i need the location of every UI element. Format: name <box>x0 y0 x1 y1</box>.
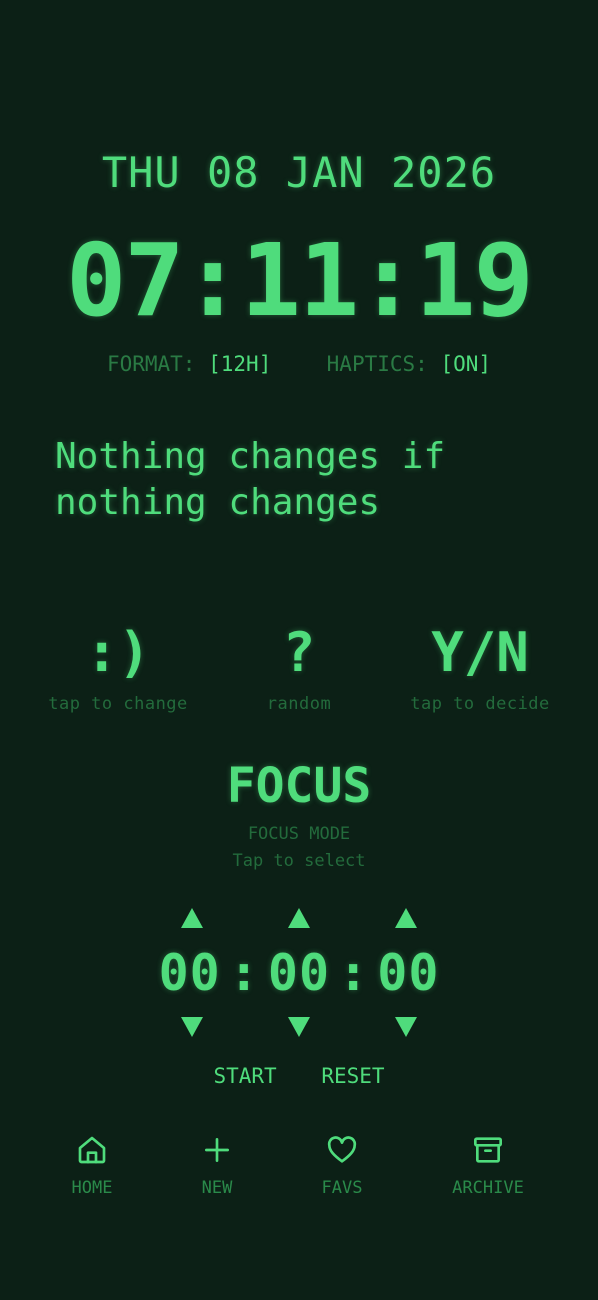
archive-icon <box>474 1137 502 1163</box>
settings-row: FORMAT: [12H] HAPTICS: [ON] <box>0 352 598 376</box>
focus-hint: Tap to select <box>232 851 366 871</box>
timer-minutes[interactable]: 00 <box>268 944 330 1002</box>
nav-archive-label: ARCHIVE <box>452 1178 524 1198</box>
heart-icon <box>327 1136 357 1163</box>
reset-button[interactable]: RESET <box>321 1064 384 1088</box>
format-toggle[interactable]: [12H] <box>208 352 271 376</box>
random-symbol: ? <box>282 621 316 684</box>
mood-tool[interactable]: :) tap to change <box>18 621 218 715</box>
nav-new-label: NEW <box>201 1178 233 1198</box>
timer-seconds[interactable]: 00 <box>377 944 439 1002</box>
decide-caption: tap to decide <box>410 694 550 714</box>
quote-text[interactable]: Nothing changes if nothing changes <box>55 434 555 526</box>
focus-mode-label: FOCUS MODE <box>247 824 351 844</box>
clock-display: 07:11:19 <box>66 222 534 339</box>
seconds-up-arrow-icon[interactable] <box>395 908 417 928</box>
mood-symbol: :) <box>85 621 151 684</box>
seconds-down-arrow-icon[interactable] <box>395 1017 417 1037</box>
random-tool[interactable]: ? random <box>199 621 399 715</box>
nav-new[interactable]: NEW <box>157 1134 277 1198</box>
timer-separator: : <box>228 944 260 1002</box>
decide-symbol: Y/N <box>431 621 529 684</box>
timer-hours[interactable]: 00 <box>159 944 221 1002</box>
timer-display: 00:00:00 <box>0 944 598 1002</box>
haptics-toggle[interactable]: [ON] <box>440 352 491 376</box>
minutes-up-arrow-icon[interactable] <box>288 908 310 928</box>
hours-up-arrow-icon[interactable] <box>181 908 203 928</box>
haptics-label: HAPTICS: <box>326 352 428 376</box>
nav-favs-label: FAVS <box>321 1178 363 1198</box>
random-caption: random <box>266 694 332 714</box>
plus-icon <box>205 1138 229 1162</box>
focus-title[interactable]: FOCUS <box>0 758 598 814</box>
nav-home[interactable]: HOME <box>32 1134 152 1198</box>
start-button[interactable]: START <box>213 1064 276 1088</box>
hours-down-arrow-icon[interactable] <box>181 1017 203 1037</box>
decide-tool[interactable]: Y/N tap to decide <box>380 621 580 715</box>
date-display: THU 08 JAN 2026 <box>101 148 497 197</box>
nav-archive[interactable]: ARCHIVE <box>428 1134 548 1198</box>
mood-caption: tap to change <box>48 694 188 714</box>
format-label: FORMAT: <box>106 352 196 376</box>
timer-separator: : <box>338 944 370 1002</box>
home-icon <box>78 1136 106 1164</box>
nav-favs[interactable]: FAVS <box>282 1134 402 1198</box>
minutes-down-arrow-icon[interactable] <box>288 1017 310 1037</box>
timer-actions: START RESET <box>0 1064 598 1088</box>
nav-home-label: HOME <box>71 1178 113 1198</box>
